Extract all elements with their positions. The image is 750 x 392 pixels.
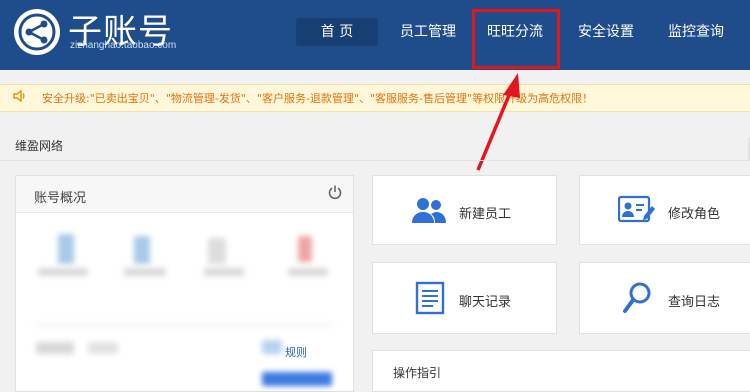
new-staff-label: 新建员工	[459, 207, 512, 222]
query-log-card[interactable]: 查询日志	[579, 262, 750, 334]
rules-link[interactable]: 规则	[285, 344, 307, 360]
query-log-label: 查询日志	[668, 295, 721, 310]
panel-header: 账号概况	[16, 176, 353, 213]
chat-records-card[interactable]: 聊天记录	[372, 262, 557, 334]
blurred-stat	[298, 236, 312, 262]
new-staff-card[interactable]: 新建员工	[372, 175, 557, 245]
blurred-stat	[36, 342, 74, 354]
users-icon	[411, 196, 447, 228]
blurred-stat	[204, 268, 244, 276]
blurred-stat	[38, 268, 88, 276]
section-title: 维盈网络	[15, 139, 64, 153]
id-card-icon	[617, 194, 656, 228]
chat-records-label: 聊天记录	[459, 295, 512, 310]
blurred-stat	[58, 234, 74, 264]
power-icon[interactable]	[327, 184, 343, 204]
blurred-stat	[88, 342, 118, 354]
panel-title: 账号概况	[34, 191, 87, 206]
blurred-stat	[262, 340, 282, 354]
blurred-button	[262, 372, 332, 386]
divider	[0, 160, 750, 161]
operation-guide-panel: 操作指引	[372, 350, 750, 392]
blurred-stat	[208, 238, 226, 264]
modify-role-card[interactable]: 修改角色	[579, 175, 750, 245]
blurred-stat	[34, 324, 334, 326]
blurred-stat	[134, 236, 150, 264]
search-icon	[622, 281, 654, 319]
blurred-stat	[288, 268, 328, 276]
document-icon	[415, 281, 445, 319]
modify-role-label: 修改角色	[668, 207, 721, 222]
blurred-stat	[124, 268, 166, 276]
guide-title: 操作指引	[393, 366, 442, 380]
